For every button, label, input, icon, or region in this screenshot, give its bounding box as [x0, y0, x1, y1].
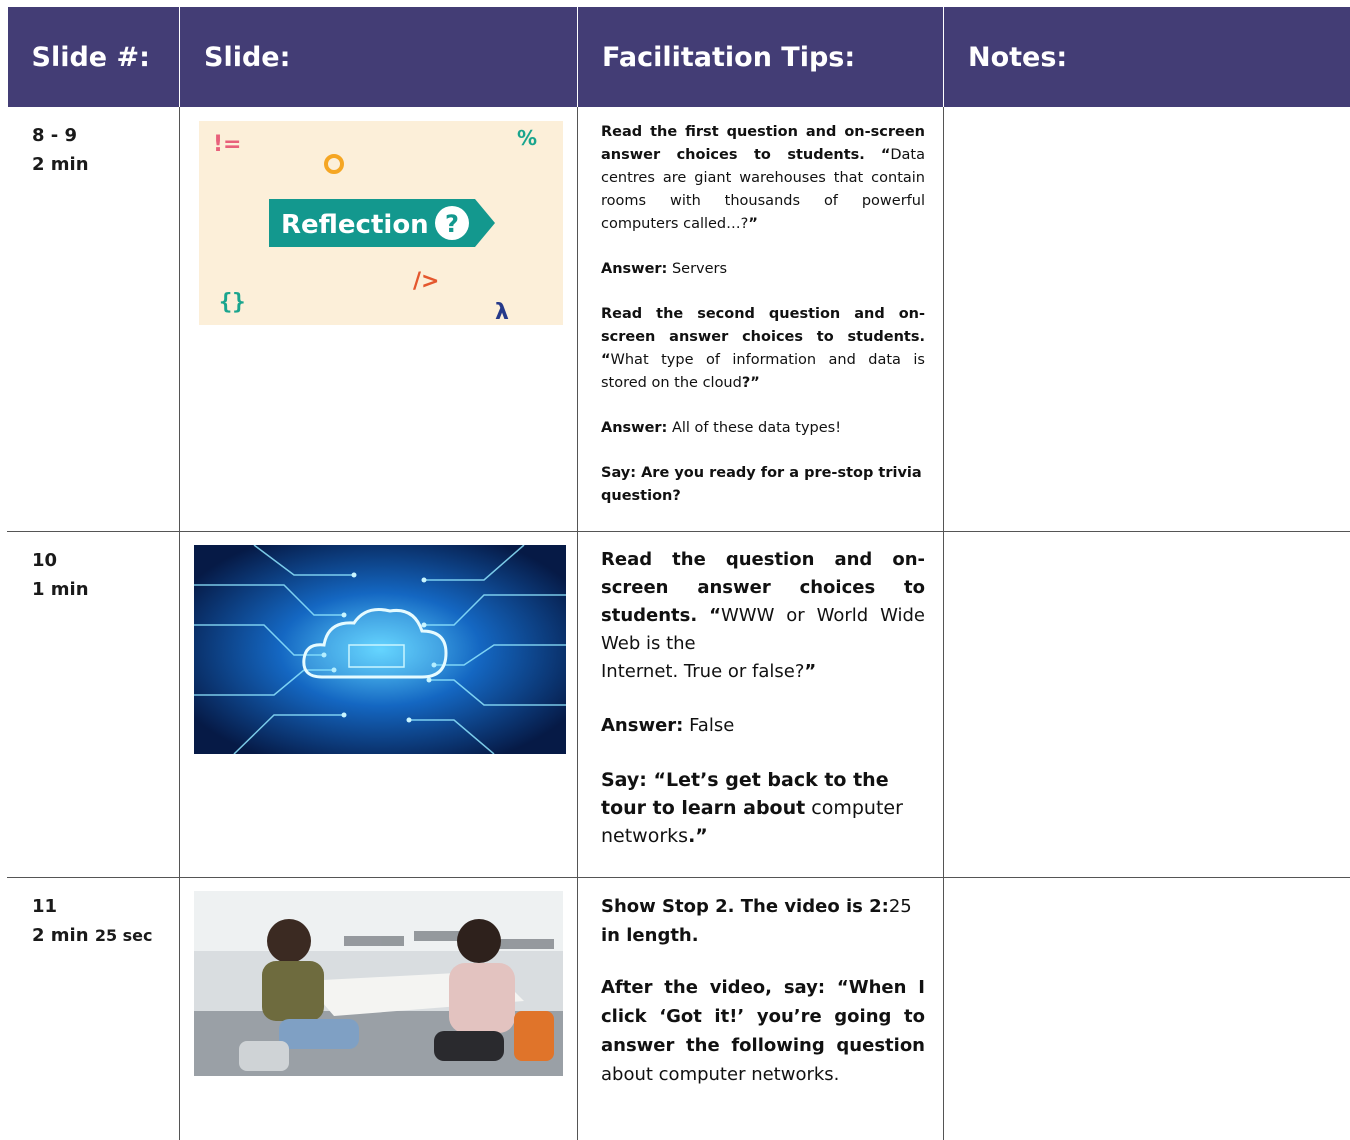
table-header-row: Slide #: Slide: Facilitation Tips: Notes… — [8, 7, 1350, 107]
tip-question-cont: Internet. True or false?” — [601, 658, 925, 686]
notes-cell — [944, 878, 1350, 1140]
slide-number-cell: 11 2 min 25 sec — [8, 878, 180, 1140]
slide-range: 10 — [32, 546, 178, 575]
header-slide-number: Slide #: — [8, 7, 180, 107]
cloud-circuit-thumbnail — [194, 545, 566, 754]
slide-range: 8 - 9 — [32, 121, 178, 150]
tip-show-video: Show Stop 2. The video is 2:25in length. — [601, 892, 925, 950]
svg-text:?: ? — [445, 210, 459, 238]
tips-cell: Show Stop 2. The video is 2:25in length.… — [578, 878, 944, 1140]
tip-say: Say: Are you ready for a pre-stop trivia… — [601, 462, 925, 508]
facilitation-table: Slide #: Slide: Facilitation Tips: Notes… — [7, 7, 1350, 1140]
tip-answer-2: Answer: All of these data types! — [601, 417, 925, 440]
svg-text:λ: λ — [495, 300, 509, 325]
svg-text:/>: /> — [413, 269, 439, 294]
tip-answer: Answer: False — [601, 712, 925, 740]
reflection-slide-thumbnail: != % /> {} λ Reflection ? — [199, 121, 563, 325]
notes-cell — [944, 532, 1350, 878]
notes-cell — [944, 107, 1350, 532]
tips-cell: Read the question and on-screen answer c… — [578, 532, 944, 878]
table-row: 10 1 min — [8, 532, 1350, 878]
tip-answer-1: Answer: Servers — [601, 258, 925, 281]
tip-question-1: Read the first question and on-screen an… — [601, 121, 925, 236]
table-row: 11 2 min 25 sec — [8, 878, 1350, 1140]
slide-range: 11 — [32, 892, 178, 921]
tip-question-2: Read the second question and on-screen a… — [601, 303, 925, 395]
slide-image-cell — [180, 532, 578, 878]
table-row: 8 - 9 2 min != % /> {} λ — [8, 107, 1350, 532]
slide-number-cell: 8 - 9 2 min — [8, 107, 180, 532]
office-meeting-photo — [194, 891, 563, 1076]
slide-image-cell: != % /> {} λ Reflection ? — [180, 107, 578, 532]
slide-duration: 1 min — [32, 575, 178, 604]
header-notes: Notes: — [944, 7, 1350, 107]
header-facilitation-tips: Facilitation Tips: — [578, 7, 944, 107]
header-slide: Slide: — [180, 7, 578, 107]
svg-text:%: % — [517, 126, 537, 150]
reflection-title: Reflection — [281, 210, 429, 240]
slide-duration: 2 min — [32, 150, 178, 179]
tip-question: Read the question and on-screen answer c… — [601, 546, 925, 658]
tip-after-video: After the video, say: “When I click ‘Got… — [601, 973, 925, 1089]
question-mark-icon: ? — [435, 206, 469, 240]
slide-image-cell — [180, 878, 578, 1140]
slide-duration: 2 min 25 sec — [32, 921, 178, 950]
slide-number-cell: 10 1 min — [8, 532, 180, 878]
tip-say: Say: “Let’s get back to the tour to lear… — [601, 766, 925, 850]
svg-text:!=: != — [213, 132, 241, 157]
svg-text:{}: {} — [219, 290, 246, 315]
tips-cell: Read the first question and on-screen an… — [578, 107, 944, 532]
